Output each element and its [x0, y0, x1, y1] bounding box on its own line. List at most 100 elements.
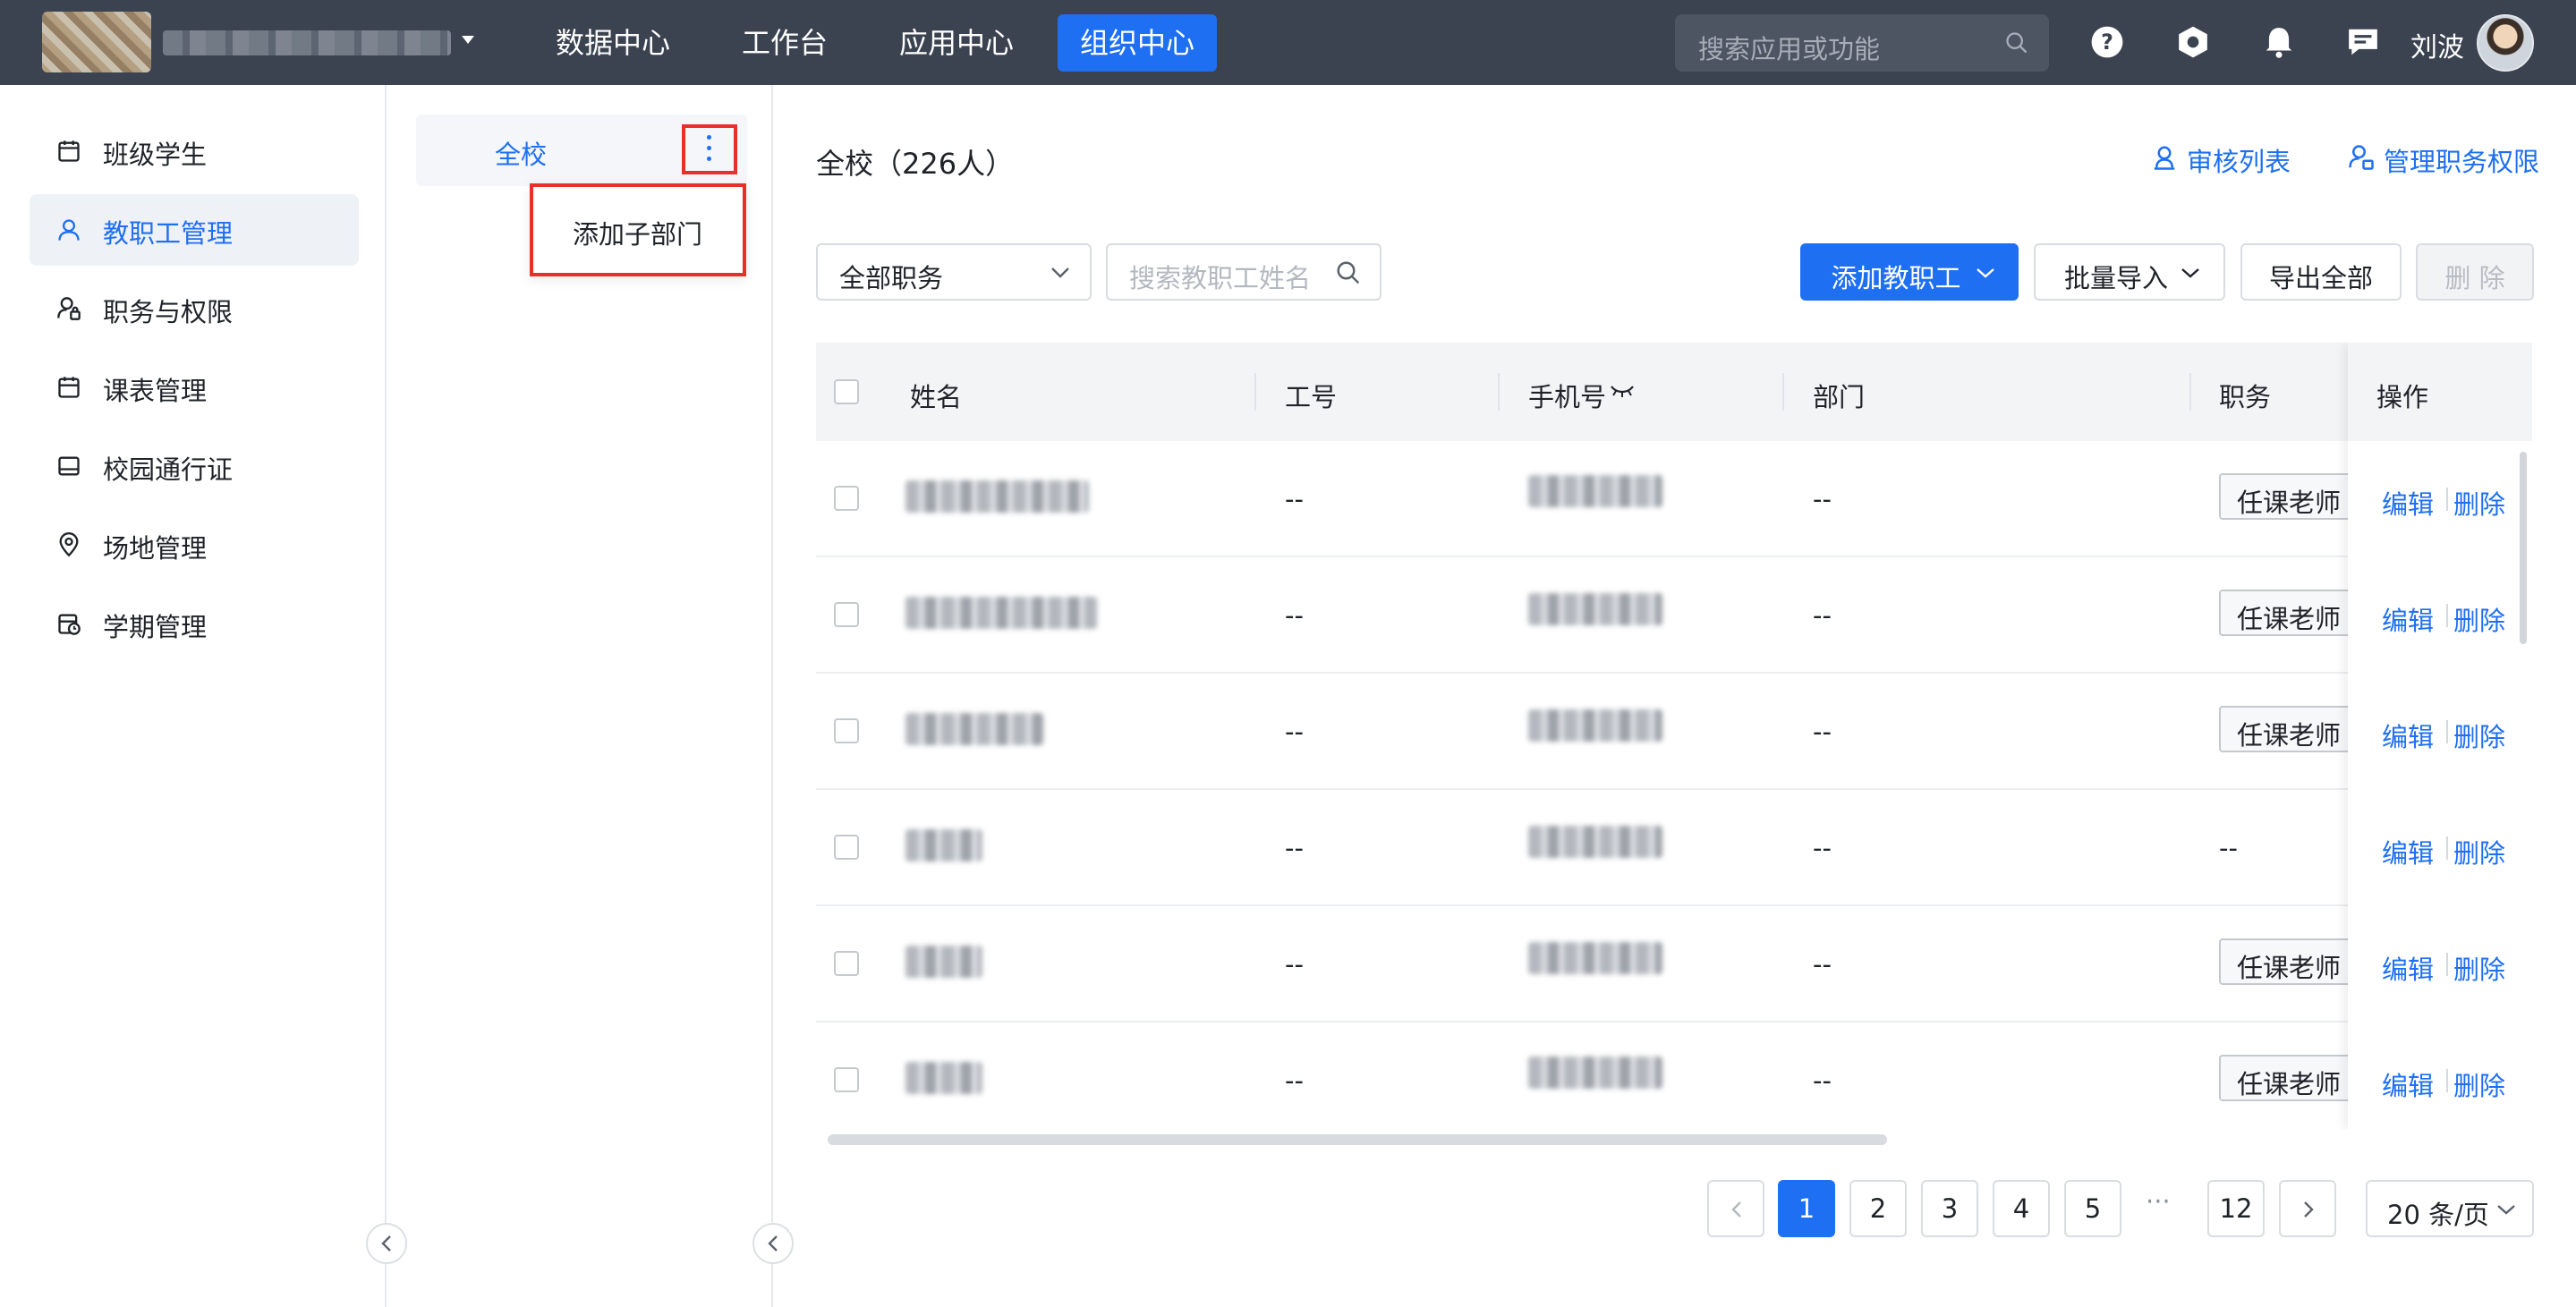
role-tag: 任课老师 — [2219, 473, 2353, 520]
page-title: 全校（226人） — [816, 147, 1015, 181]
edit-link[interactable]: 编辑 — [2382, 717, 2434, 754]
table-row[interactable]: -- -- -- — [816, 790, 2532, 906]
school-name-blurred[interactable] — [163, 30, 451, 55]
nav-workbench[interactable]: 工作台 — [719, 14, 850, 72]
chevron-right-icon — [2304, 1201, 2314, 1218]
bell-icon[interactable] — [2262, 25, 2296, 59]
user-lock-icon — [2349, 145, 2374, 170]
help-icon[interactable]: ? — [2090, 25, 2124, 59]
batch-import-button[interactable]: 批量导入 — [2034, 243, 2225, 301]
prev-page-button[interactable] — [1707, 1180, 1764, 1237]
role-tag: 任课老师 — [2219, 1055, 2353, 1101]
name-blurred — [905, 829, 982, 861]
sidebar-item-label: 班级学生 — [103, 140, 208, 170]
delete-button[interactable]: 删 除 — [2416, 243, 2534, 301]
edit-link[interactable]: 编辑 — [2382, 600, 2434, 638]
edit-link[interactable]: 编辑 — [2382, 484, 2434, 522]
eye-closed-icon[interactable] — [1609, 382, 1636, 400]
sidebar-item-label: 教职工管理 — [103, 218, 234, 249]
nav-org-center[interactable]: 组织中心 — [1058, 14, 1218, 72]
sidebar-item-venue-management[interactable]: 场地管理 — [30, 509, 359, 581]
edit-link[interactable]: 编辑 — [2382, 833, 2434, 870]
search-icon — [1337, 261, 1360, 284]
horizontal-scrollbar[interactable] — [828, 1134, 1887, 1145]
school-logo[interactable] — [42, 12, 151, 72]
table-row[interactable]: -- -- 任课老师 — [816, 441, 2532, 557]
table-row[interactable]: -- -- 任课老师 — [816, 1023, 2532, 1130]
collapse-dept-panel-button[interactable] — [752, 1223, 794, 1264]
page-size-select[interactable]: 20 条/页 — [2366, 1180, 2534, 1237]
caret-down-icon[interactable] — [462, 36, 474, 44]
chevron-down-icon — [1051, 267, 1069, 278]
table-row[interactable]: -- -- 任课老师 — [816, 674, 2532, 790]
avatar[interactable] — [2477, 14, 2534, 72]
search-icon — [2006, 32, 2028, 54]
sidebar-item-timetable[interactable]: 课表管理 — [30, 352, 359, 423]
next-page-button[interactable] — [2279, 1180, 2336, 1237]
sidebar-item-roles-permissions[interactable]: 职务与权限 — [30, 273, 359, 344]
col-job-no[interactable]: 工号 — [1285, 377, 1337, 414]
table-header: 姓名 工号 手机号 部门 职务 — [816, 343, 2532, 441]
page-button-4[interactable]: 4 — [1993, 1180, 2050, 1237]
more-options-button[interactable] — [682, 124, 737, 174]
name-blurred — [905, 480, 1089, 513]
page-button-12[interactable]: 12 — [2207, 1180, 2265, 1237]
col-name[interactable]: 姓名 — [910, 377, 962, 414]
settings-icon[interactable] — [2176, 25, 2210, 59]
page-button-1[interactable]: 1 — [1778, 1180, 1835, 1237]
delete-link[interactable]: 删除 — [2453, 833, 2505, 870]
add-staff-button[interactable]: 添加教职工 — [1800, 243, 2019, 301]
staff-name-search-input[interactable]: 搜索教职工姓名 — [1106, 243, 1382, 301]
nav-data-center[interactable]: 数据中心 — [533, 14, 693, 72]
col-phone[interactable]: 手机号 — [1528, 377, 1606, 414]
sidebar-item-staff-management[interactable]: 教职工管理 — [30, 194, 359, 266]
delete-link[interactable]: 删除 — [2453, 949, 2505, 987]
sidebar-item-semester-management[interactable]: 学期管理 — [30, 588, 359, 659]
col-role[interactable]: 职务 — [2219, 377, 2271, 414]
role-filter-select[interactable]: 全部职务 — [816, 243, 1092, 301]
delete-link[interactable]: 删除 — [2453, 484, 2505, 522]
nav-app-center[interactable]: 应用中心 — [877, 14, 1036, 72]
edit-link[interactable]: 编辑 — [2382, 1065, 2434, 1103]
delete-link[interactable]: 删除 — [2453, 1065, 2505, 1103]
review-list-link[interactable]: 审核列表 — [2154, 141, 2291, 179]
row-checkbox[interactable] — [834, 1067, 859, 1092]
page-ellipsis[interactable]: ··· — [2146, 1186, 2171, 1217]
delete-link[interactable]: 删除 — [2453, 717, 2505, 754]
delete-link[interactable]: 删除 — [2453, 600, 2505, 638]
menu-item-add-sub-dept[interactable]: 添加子部门 — [573, 214, 702, 251]
row-checkbox[interactable] — [834, 718, 859, 743]
more-vertical-dot — [707, 157, 711, 161]
row-checkbox[interactable] — [834, 951, 859, 976]
page-button-3[interactable]: 3 — [1921, 1180, 1978, 1237]
sidebar-item-campus-pass[interactable]: 校园通行证 — [30, 430, 359, 502]
edit-link[interactable]: 编辑 — [2382, 949, 2434, 987]
dept-cell: -- — [1813, 833, 1832, 863]
global-search-input[interactable]: 搜索应用或功能 — [1675, 14, 2049, 72]
manage-permissions-link[interactable]: 管理职务权限 — [2349, 141, 2539, 179]
message-icon[interactable] — [2346, 25, 2380, 59]
sidebar: 班级学生 教职工管理 职务与权限 课表管理 校园通行证 场地管理 学期管理 — [0, 85, 407, 1307]
user-name[interactable]: 刘波 — [2410, 25, 2464, 64]
phone-blurred — [1528, 826, 1662, 858]
sidebar-item-label: 校园通行证 — [103, 454, 234, 485]
sidebar-item-class-students[interactable]: 班级学生 — [30, 115, 359, 187]
row-checkbox[interactable] — [834, 835, 859, 860]
row-checkbox[interactable] — [834, 486, 859, 511]
col-department[interactable]: 部门 — [1813, 377, 1865, 414]
dept-name: 全校 — [495, 140, 548, 170]
chevron-down-icon — [2497, 1205, 2515, 1215]
dept-context-menu: 添加子部门 — [530, 183, 746, 276]
table-row[interactable]: -- -- 任课老师 — [816, 906, 2532, 1023]
table-row[interactable]: -- -- 任课老师 — [816, 557, 2532, 674]
role-cell: -- — [2219, 833, 2238, 863]
dept-cell: -- — [1813, 600, 1832, 631]
link-divider — [2446, 836, 2448, 860]
export-all-button[interactable]: 导出全部 — [2240, 243, 2402, 301]
page-button-5[interactable]: 5 — [2064, 1180, 2121, 1237]
select-all-checkbox[interactable] — [834, 379, 859, 404]
column-divider — [2189, 373, 2191, 411]
page-button-2[interactable]: 2 — [1849, 1180, 1907, 1237]
vertical-scrollbar[interactable] — [2520, 452, 2527, 644]
row-checkbox[interactable] — [834, 602, 859, 627]
